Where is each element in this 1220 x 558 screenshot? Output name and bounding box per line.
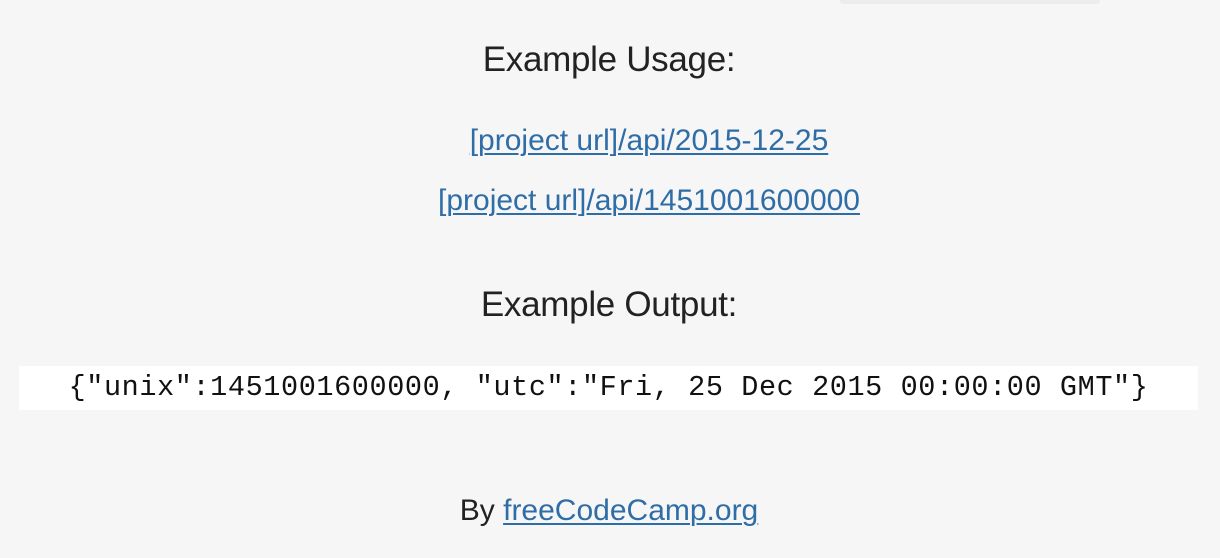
example-usage-heading: Example Usage:	[482, 40, 736, 79]
top-edge-shadow	[840, 0, 1100, 4]
example-output-code: {"unix":1451001600000, "utc":"Fri, 25 De…	[68, 371, 1149, 404]
footer-link-freecodecamp[interactable]: freeCodeCamp.org	[503, 494, 758, 527]
example-output-heading: Example Output:	[480, 285, 738, 324]
footer-prefix: By	[459, 494, 495, 527]
example-output-code-block: {"unix":1451001600000, "utc":"Fri, 25 De…	[19, 366, 1198, 410]
footer: By freeCodeCamp.org	[0, 493, 1218, 529]
example-link-timestamp[interactable]: [project url]/api/1451001600000	[0, 184, 1220, 218]
example-link-date[interactable]: [project url]/api/2015-12-25	[0, 124, 1220, 158]
